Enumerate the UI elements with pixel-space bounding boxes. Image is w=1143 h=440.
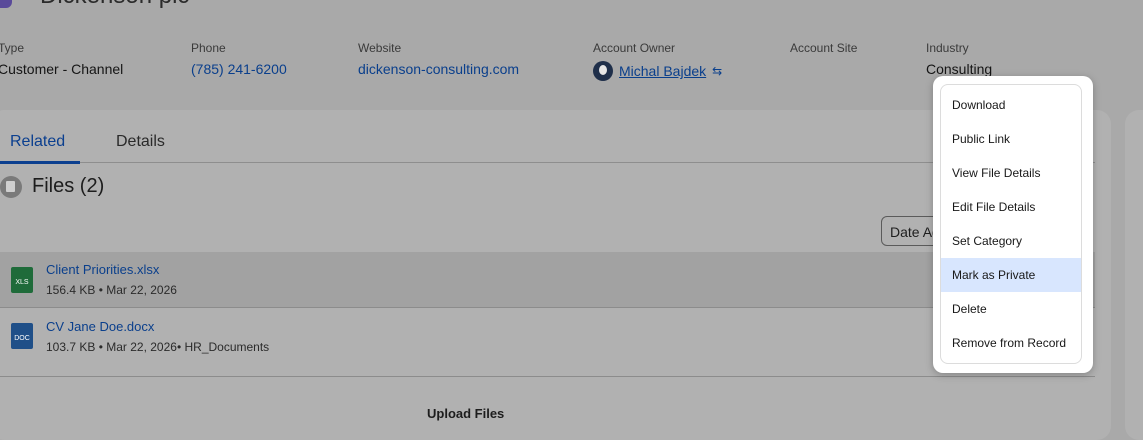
field-label: Industry	[926, 41, 969, 55]
phone-link[interactable]: (785) 241-6200	[191, 61, 287, 77]
file-name-link[interactable]: CV Jane Doe.docx	[46, 319, 154, 334]
files-icon	[0, 175, 22, 198]
field-label: Website	[358, 41, 402, 55]
tab-related[interactable]: Related	[0, 128, 80, 164]
field-label: Account Site	[790, 41, 858, 55]
field-label: Phone	[191, 41, 226, 55]
file-meta: 156.4 KB • Mar 22, 2026	[46, 283, 177, 297]
file-row[interactable]: XLS Client Priorities.xlsx 156.4 KB • Ma…	[0, 252, 1095, 308]
field-label: Account Owner	[593, 41, 676, 55]
account-owner-link[interactable]: Michal Bajdek	[619, 63, 706, 79]
menu-item-mark-as-private[interactable]: Mark as Private	[941, 258, 1081, 292]
excel-file-icon: XLS	[11, 267, 33, 293]
file-actions-menu-container: Download Public Link View File Details E…	[933, 76, 1093, 373]
record-icon	[0, 0, 12, 8]
word-file-icon: DOC	[11, 323, 33, 349]
upload-files-button[interactable]: Upload Files	[427, 406, 504, 421]
menu-item-edit-file-details[interactable]: Edit File Details	[941, 190, 1081, 224]
field-label: Type	[0, 41, 25, 55]
file-name-link[interactable]: Client Priorities.xlsx	[46, 262, 159, 277]
field-industry: Industry Consulting	[926, 41, 992, 77]
menu-item-public-link[interactable]: Public Link	[941, 122, 1081, 156]
field-account-site: Account Site	[790, 41, 857, 61]
field-website: Website dickenson-consulting.com	[358, 41, 519, 77]
file-actions-menu: Download Public Link View File Details E…	[940, 84, 1082, 364]
files-title: Files (2)	[32, 175, 105, 197]
page-title: Dickenson plc	[40, 0, 189, 10]
field-phone: Phone (785) 241-6200	[191, 41, 287, 77]
tab-bar: Related Details	[0, 128, 1095, 164]
tab-details[interactable]: Details	[106, 128, 175, 161]
files-header: Files (2)	[0, 175, 104, 198]
change-owner-icon[interactable]: ⇆	[712, 64, 722, 78]
field-type: Type Customer - Channel	[0, 41, 123, 77]
menu-item-download[interactable]: Download	[941, 88, 1081, 122]
side-panel	[1125, 110, 1143, 440]
file-row[interactable]: DOC CV Jane Doe.docx 103.7 KB • Mar 22, …	[0, 309, 1095, 377]
menu-item-remove-from-record[interactable]: Remove from Record	[941, 326, 1081, 360]
field-account-owner: Account Owner Michal Bajdek ⇆	[593, 41, 722, 81]
file-meta: 103.7 KB • Mar 22, 2026• HR_Documents	[46, 340, 270, 354]
menu-item-set-category[interactable]: Set Category	[941, 224, 1081, 258]
website-link[interactable]: dickenson-consulting.com	[358, 61, 519, 77]
field-value: Customer - Channel	[0, 61, 124, 77]
avatar	[593, 61, 613, 81]
menu-item-view-file-details[interactable]: View File Details	[941, 156, 1081, 190]
field-value: Consulting	[926, 61, 993, 77]
menu-item-delete[interactable]: Delete	[941, 292, 1081, 326]
